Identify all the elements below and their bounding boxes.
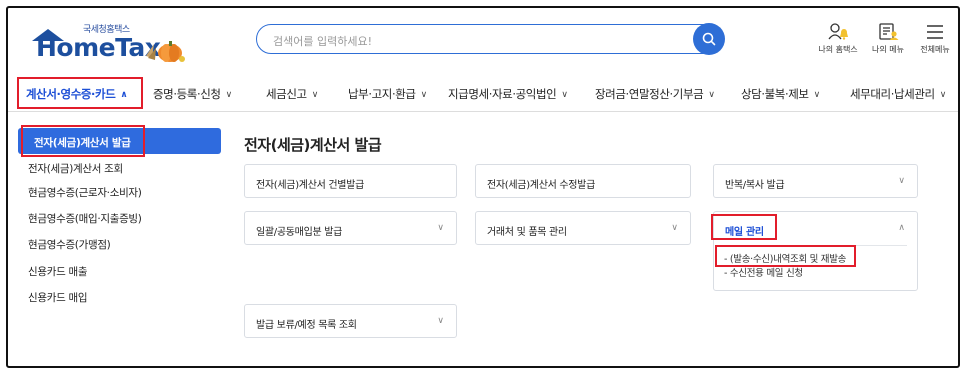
search-input[interactable]: 검색어를 입력하세요! (273, 33, 372, 49)
page-title: 전자(세금)계산서 발급 (244, 136, 382, 154)
chevron-down-icon: ∨ (708, 90, 715, 100)
sidebar-item-cash-receipt-expense[interactable]: 현금영수증(매입·지출증빙) (28, 211, 142, 226)
card-bulk-issue[interactable]: 일괄/공동매입분 발급 ∨ (244, 211, 457, 245)
chevron-down-icon: ∨ (311, 90, 319, 100)
chevron-down-icon: ∨ (939, 90, 947, 100)
main-nav: 계산서·영수증·카드 ∧ 증명·등록·신청 ∨ 세금신고 ∨ 납부·고지·환급 ∨ 지급… (8, 72, 958, 112)
highlight-box-mail-history (715, 245, 856, 267)
nav-item-payment[interactable]: 납부·고지·환급 ∨ (348, 86, 427, 102)
nav-item-tax-agent[interactable]: 세무대리·납세관리 ∨ (850, 86, 946, 102)
chevron-down-icon: ∨ (437, 316, 444, 326)
all-menu-button[interactable]: 전체메뉴 (916, 22, 954, 55)
card-amend-issue[interactable]: 전자(세금)계산서 수정발급 (475, 164, 691, 198)
sidebar-item-card-sales[interactable]: 신용카드 매출 (28, 264, 88, 279)
hometax-window: 국세청홈택스 HomeTax 검색어를 입력하세요! 나의 홈택스 나의 메뉴 … (6, 6, 960, 368)
nav-item-certificate[interactable]: 증명·등록·신청 ∨ (153, 86, 232, 102)
search-button[interactable] (693, 23, 725, 55)
nav-item-payment-statement[interactable]: 지급명세·자료·공익법인 ∨ (448, 86, 568, 102)
highlight-box-sidebar (21, 125, 145, 157)
chevron-down-icon: ∨ (561, 90, 568, 100)
hamburger-icon (927, 25, 943, 39)
highlight-box-nav (17, 77, 143, 109)
card-pending-list[interactable]: 발급 보류/예정 목록 조회 ∨ (244, 304, 457, 338)
card-repeat-copy-issue[interactable]: 반복/복사 발급 ∨ (713, 164, 918, 198)
my-menu-label: 나의 메뉴 (872, 45, 904, 54)
sidebar-item-cash-receipt-merchant[interactable]: 현금영수증(가맹점) (28, 237, 111, 252)
sidebar-item-cash-receipt-consumer[interactable]: 현금영수증(근로자·소비자) (28, 185, 142, 200)
chevron-down-icon: ∨ (671, 223, 678, 233)
search-bar[interactable]: 검색어를 입력하세요! (256, 23, 725, 55)
chevron-down-icon: ∨ (420, 90, 428, 100)
all-menu-label: 전체메뉴 (920, 45, 950, 54)
hometax-logo[interactable]: 국세청홈택스 HomeTax (32, 22, 192, 70)
my-hometax-label: 나의 홈택스 (818, 45, 858, 54)
highlight-box-mail (711, 214, 777, 240)
pumpkin-icon (146, 41, 185, 62)
sidebar-item-card-purchase[interactable]: 신용카드 매입 (28, 290, 88, 305)
my-menu-button[interactable]: 나의 메뉴 (868, 22, 908, 55)
my-hometax-button[interactable]: 나의 홈택스 (816, 22, 860, 55)
menu-list-icon (879, 23, 899, 40)
sidebar-item-view-invoice[interactable]: 전자(세금)계산서 조회 (28, 161, 123, 176)
chevron-down-icon: ∨ (437, 223, 444, 233)
card-partner-item-management[interactable]: 거래처 및 품목 관리 ∨ (475, 211, 691, 245)
chevron-down-icon: ∨ (225, 90, 233, 100)
nav-item-consultation[interactable]: 상담·불복·제보 ∨ (741, 86, 820, 102)
nav-item-incentive[interactable]: 장려금·연말정산·기부금 ∨ (595, 86, 715, 102)
search-icon (702, 32, 716, 46)
chevron-down-icon: ∨ (813, 90, 821, 100)
nav-item-tax-return[interactable]: 세금신고 ∨ (266, 86, 318, 102)
user-bell-icon (828, 23, 848, 40)
card-single-issue[interactable]: 전자(세금)계산서 건별발급 (244, 164, 457, 198)
chevron-down-icon: ∨ (898, 176, 905, 186)
chevron-up-icon: ∧ (898, 223, 905, 233)
submenu-item-receive-only-mail[interactable]: - 수신전용 메일 신청 (724, 265, 803, 279)
